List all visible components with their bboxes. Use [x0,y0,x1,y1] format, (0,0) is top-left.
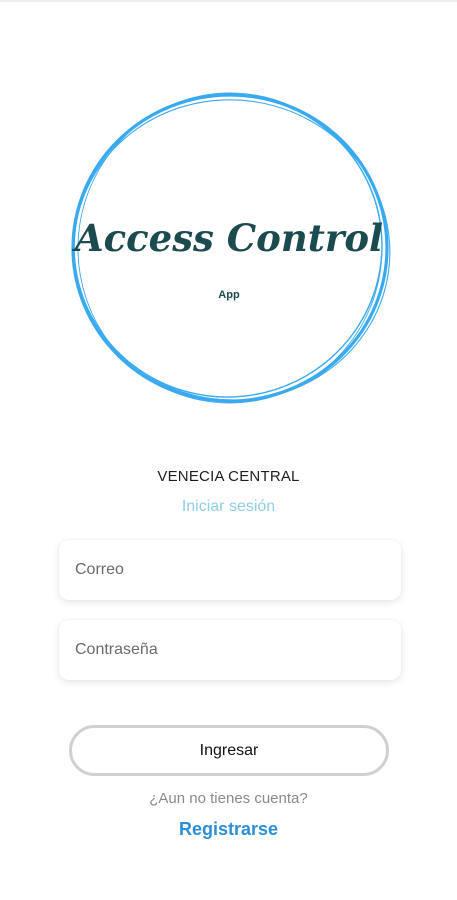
login-screen: Access Control App VENECIA CENTRAL Inici… [0,0,457,900]
login-button[interactable]: Ingresar [69,725,389,776]
login-heading: Iniciar sesión [181,498,276,515]
status-divider [0,0,457,2]
email-field-card [59,540,401,600]
no-account-text: ¿Aun no tienes cuenta? [149,790,308,807]
logo-title: Access Control [72,216,383,260]
organization-name: VENECIA CENTRAL [157,468,300,485]
email-input[interactable] [59,540,401,600]
logo-subtitle: App [218,289,240,301]
register-link[interactable]: Registrarse [0,819,457,840]
access-control-logo: Access Control App [65,88,395,408]
password-input[interactable] [59,620,401,680]
logo-graphic: Access Control App [71,92,391,404]
password-field-card [59,620,401,680]
